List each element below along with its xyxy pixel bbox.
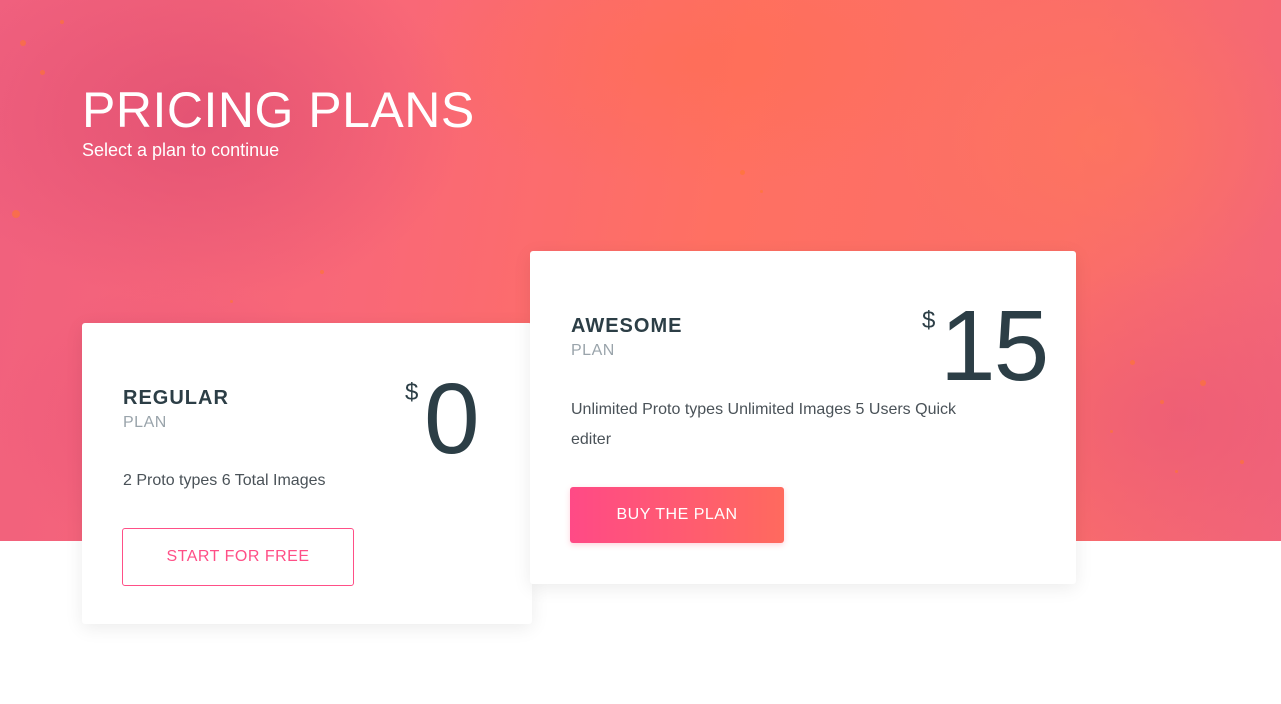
plan-name: AWESOME [571, 315, 683, 337]
plan-features: Unlimited Proto types Unlimited Images 5… [571, 401, 957, 448]
plan-name: REGULAR [123, 387, 229, 409]
plan-price: 0 [424, 363, 480, 475]
plan-price: 15 [940, 290, 1049, 402]
plan-currency: $ [405, 379, 419, 406]
plan-label: PLAN [571, 342, 615, 359]
plan-card-awesome: AWESOME PLAN $ 15 Unlimited Proto types … [530, 251, 1076, 584]
buy-the-plan-button[interactable]: BUY THE PLAN [570, 487, 784, 543]
plan-card-regular: REGULAR PLAN $ 0 2 Proto types 6 Total I… [82, 323, 532, 624]
plan-currency: $ [922, 307, 936, 334]
page-title: PRICING PLANS [82, 82, 475, 138]
start-for-free-button[interactable]: START FOR FREE [122, 528, 354, 586]
plan-features: 2 Proto types 6 Total Images [123, 472, 326, 489]
page-subtitle: Select a plan to continue [82, 140, 280, 160]
plan-label: PLAN [123, 414, 167, 431]
